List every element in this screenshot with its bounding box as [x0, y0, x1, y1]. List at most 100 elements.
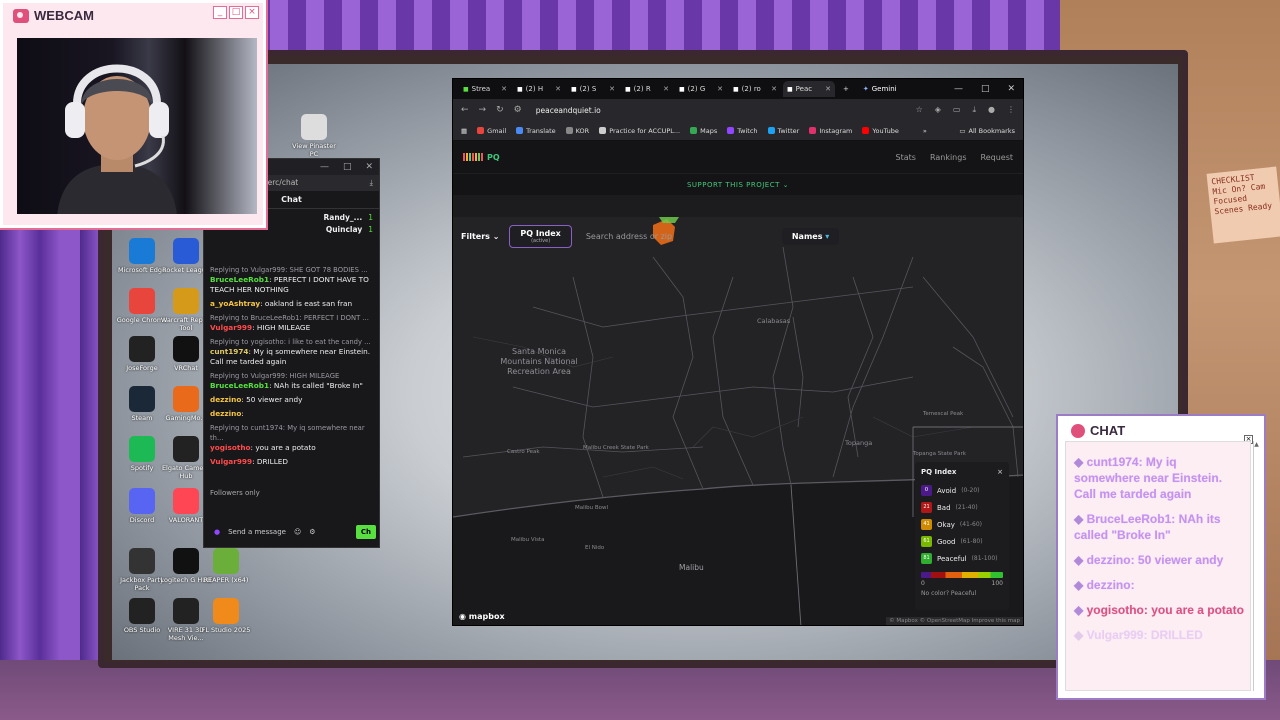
- browser-tab[interactable]: ■ Strea ✕: [459, 81, 511, 97]
- map[interactable]: Santa Monica Mountains National Recreati…: [453, 217, 1023, 625]
- overlay-chat-message: ◆ yogisotho: you are a potato: [1074, 602, 1244, 618]
- chat-username[interactable]: dezzino: [210, 395, 241, 404]
- close-icon[interactable]: ✕: [365, 162, 373, 172]
- maximize-icon[interactable]: □: [981, 84, 990, 94]
- logo-bars-icon: [463, 153, 483, 161]
- search-input[interactable]: Search address or zip: [582, 232, 772, 241]
- close-tab-icon[interactable]: ✕: [555, 85, 561, 93]
- apps-icon[interactable]: ▦: [461, 127, 467, 135]
- chat-username[interactable]: Vulgar999: [210, 323, 252, 332]
- minimize-icon[interactable]: —: [320, 162, 329, 172]
- gemini-button[interactable]: ✦ Gemini: [863, 85, 897, 93]
- close-tab-icon[interactable]: ✕: [717, 85, 723, 93]
- chat-message: Replying to Vulgar999: HIGH MILEAGE Bruce…: [210, 371, 375, 391]
- profile-icon[interactable]: ●: [988, 105, 995, 115]
- bookmark-item[interactable]: Gmail: [477, 127, 506, 135]
- mic-icon[interactable]: ●: [214, 528, 220, 536]
- bookmark-item[interactable]: Translate: [516, 127, 556, 135]
- more-bookmarks-icon[interactable]: »: [923, 127, 927, 135]
- close-icon[interactable]: ×: [245, 6, 259, 19]
- address-bar[interactable]: peaceandquiet.io: [536, 106, 601, 115]
- star-icon[interactable]: ☆: [916, 105, 923, 115]
- bookmark-label: YouTube: [872, 126, 899, 135]
- site-logo[interactable]: PQ: [463, 153, 500, 162]
- minimize-icon[interactable]: —: [954, 84, 963, 94]
- close-tab-icon[interactable]: ✕: [609, 85, 615, 93]
- app-icon: [213, 598, 239, 624]
- minimize-icon[interactable]: _: [213, 6, 227, 19]
- download-icon[interactable]: ⤓: [972, 105, 976, 115]
- nav-request[interactable]: Request: [981, 153, 1014, 162]
- reload-icon[interactable]: ↻: [496, 105, 504, 115]
- close-icon[interactable]: ×: [997, 468, 1003, 476]
- bookmark-item[interactable]: YouTube: [862, 126, 899, 135]
- desktop-icon[interactable]: REAPER (x64): [200, 548, 252, 584]
- names-button[interactable]: Names ▾: [781, 227, 840, 245]
- bookmark-item[interactable]: Maps: [690, 127, 717, 135]
- chat-username[interactable]: cunt1974: [210, 347, 249, 356]
- all-bookmarks[interactable]: ▭ All Bookmarks: [959, 127, 1015, 135]
- new-tab-icon[interactable]: +: [843, 85, 849, 93]
- close-tab-icon[interactable]: ✕: [825, 85, 831, 93]
- support-label: SUPPORT THIS PROJECT: [686, 181, 780, 189]
- cast-icon[interactable]: ▭: [953, 105, 961, 115]
- chat-send-button[interactable]: Ch: [355, 525, 376, 539]
- emote-icon[interactable]: ☺: [294, 528, 301, 536]
- overlay-chat-text: : DRILLED: [1143, 628, 1203, 642]
- chat-username[interactable]: yogisotho: [210, 443, 251, 452]
- badge-icon: ◆: [1074, 628, 1087, 642]
- map-attribution[interactable]: © Mapbox © OpenStreetMap Improve this ma…: [886, 617, 1023, 625]
- support-banner[interactable]: SUPPORT THIS PROJECT ⌄: [453, 173, 1023, 195]
- browser-tab[interactable]: ■ (2) ro ✕: [729, 81, 781, 97]
- chat-username[interactable]: BruceLeeRob1: [210, 275, 269, 284]
- close-tab-icon[interactable]: ✕: [663, 85, 669, 93]
- browser-tab[interactable]: ■ Peac ✕: [783, 81, 835, 97]
- bookmark-item[interactable]: Practice for ACCUPL...: [599, 127, 680, 135]
- browser-tab[interactable]: ■ (2) S ✕: [567, 81, 619, 97]
- chat-username[interactable]: a_yoAshtray: [210, 299, 260, 308]
- bookmark-icon: [809, 127, 817, 134]
- bookmark-item[interactable]: Twitch: [727, 127, 758, 135]
- chat-message: dezzino: 50 viewer andy: [210, 395, 375, 405]
- tab-label: (2) G: [687, 85, 706, 93]
- webcam-controls: _ □ ×: [213, 6, 259, 19]
- settings-icon[interactable]: ⚙: [309, 528, 315, 536]
- download-icon[interactable]: ⤓: [370, 178, 373, 188]
- chat-username[interactable]: BruceLeeRob1: [210, 381, 269, 390]
- desktop-icon[interactable]: FL Studio 2025: [200, 598, 252, 634]
- pq-index-sub: (active): [531, 237, 551, 244]
- legend-min: 0: [921, 580, 925, 587]
- maximize-icon[interactable]: □: [229, 6, 243, 19]
- nav-rankings[interactable]: Rankings: [930, 153, 967, 162]
- legend-row: 41 Okay (41-60): [921, 516, 1003, 533]
- chat-username[interactable]: dezzino: [210, 409, 241, 418]
- desktop-icon[interactable]: View Pinaster PC: [288, 114, 340, 158]
- maximize-icon[interactable]: □: [343, 162, 352, 172]
- overlay-chat-username: dezzino: [1086, 578, 1131, 592]
- scrollbar[interactable]: ▲: [1253, 441, 1259, 691]
- pq-index-button[interactable]: PQ Index (active): [509, 224, 572, 248]
- site-info-icon[interactable]: ⚙: [514, 105, 522, 115]
- chat-input[interactable]: ● Send a message ☺ ⚙ Ch: [208, 521, 376, 543]
- forward-icon[interactable]: →: [479, 105, 487, 115]
- extensions-icon[interactable]: ◈: [935, 105, 941, 115]
- menu-icon[interactable]: ⋮: [1007, 105, 1015, 115]
- bookmark-item[interactable]: Instagram: [809, 127, 852, 135]
- browser-tab[interactable]: ■ (2) H ✕: [513, 81, 565, 97]
- legend-label: Good: [937, 537, 956, 546]
- site-header: PQ Stats Rankings Request: [453, 141, 1023, 173]
- filters-button[interactable]: Filters ⌄: [461, 232, 499, 241]
- back-icon[interactable]: ←: [461, 105, 469, 115]
- browser-tab[interactable]: ■ (2) R ✕: [621, 81, 673, 97]
- chat-username[interactable]: Vulgar999: [210, 457, 252, 466]
- close-tab-icon[interactable]: ✕: [501, 85, 507, 93]
- close-icon[interactable]: ✕: [1007, 84, 1015, 94]
- close-tab-icon[interactable]: ✕: [771, 85, 777, 93]
- bookmark-item[interactable]: Twitter: [767, 127, 799, 135]
- browser-tab[interactable]: ■ (2) G ✕: [675, 81, 727, 97]
- mapbox-logo[interactable]: ◉ mapbox: [459, 612, 505, 621]
- bookmark-item[interactable]: KOR: [565, 127, 589, 135]
- bookmark-label: Instagram: [819, 126, 853, 135]
- nav-stats[interactable]: Stats: [896, 153, 916, 162]
- legend-swatch: 41: [921, 519, 932, 530]
